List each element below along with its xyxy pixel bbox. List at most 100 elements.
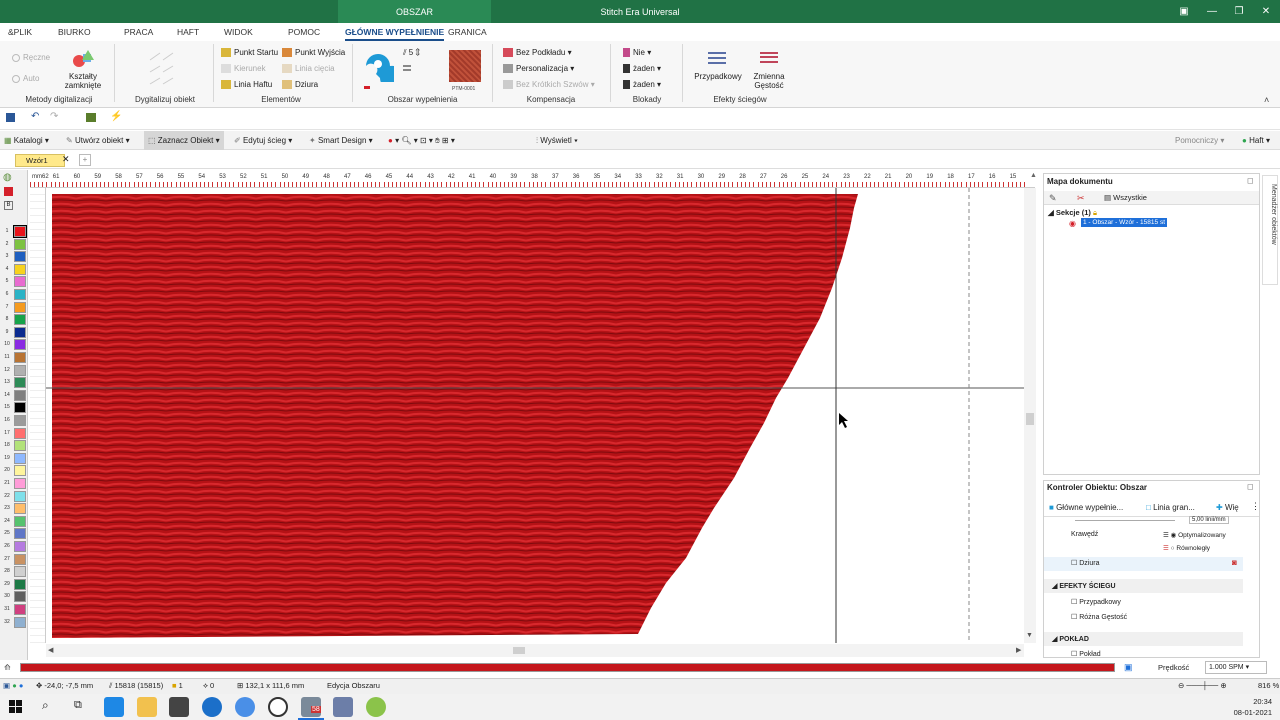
palette-swatch[interactable]: [14, 515, 26, 527]
vscroll-thumb[interactable]: [1026, 413, 1034, 425]
maximize-button[interactable]: ❐: [1225, 0, 1253, 23]
palette-swatch[interactable]: [14, 541, 26, 552]
tab-glowne-wypelnienie[interactable]: ■ Główne wypełnie...: [1049, 503, 1123, 512]
export-icon[interactable]: [86, 113, 96, 122]
menu-plik[interactable]: &PLIK: [8, 23, 32, 41]
linia-haftu-button[interactable]: Linia Haftu: [221, 80, 272, 90]
dziura-checkbox[interactable]: ☐ Dziura: [1071, 559, 1099, 567]
auto-button[interactable]: Auto: [12, 74, 39, 83]
panel-close-icon[interactable]: ◻: [1247, 176, 1254, 185]
clock-app-icon[interactable]: [268, 697, 288, 717]
rozna-gestosc-checkbox[interactable]: ☐ Różna Gęstość: [1071, 613, 1127, 621]
windows-start-icon[interactable]: [9, 700, 22, 713]
play-sim-icon[interactable]: ▣: [1124, 662, 1133, 673]
stitch-progress-bar[interactable]: [20, 663, 1115, 672]
palette-swatch[interactable]: [14, 263, 26, 275]
palette-swatch[interactable]: [14, 452, 26, 464]
personalizacja-dropdown[interactable]: Personalizacja ▾: [503, 64, 574, 74]
menu-widok[interactable]: WIDOK: [224, 23, 253, 41]
active-app-icon[interactable]: [366, 697, 386, 717]
bez-krotkich-dropdown[interactable]: Bez Krótkich Szwów ▾: [503, 80, 595, 90]
embroidery-fill-shape[interactable]: [46, 188, 1024, 643]
palette-swatch[interactable]: [14, 553, 26, 565]
poklad-section-header[interactable]: ◢ POKŁAD: [1052, 635, 1089, 643]
undo-icon[interactable]: ↶: [31, 111, 39, 122]
speed-select[interactable]: 1.000 SPM ▾: [1205, 661, 1267, 674]
palette-color-icon[interactable]: [4, 187, 13, 196]
new-tab-icon[interactable]: +: [79, 154, 91, 166]
poklad-checkbox[interactable]: ☐ Pokład: [1071, 650, 1101, 658]
blokady-zaden2-dropdown[interactable]: żaden ▾: [623, 80, 661, 90]
restore-ribbon-icon[interactable]: ▣: [1170, 0, 1198, 23]
palette-swatch[interactable]: [14, 251, 26, 263]
palette-swatch[interactable]: [14, 490, 26, 502]
reczne-button[interactable]: Ręczne: [12, 53, 50, 62]
ksztalty-button[interactable]: Kształty zamknięte: [62, 72, 104, 90]
collapse-ribbon-icon[interactable]: ˄: [1264, 95, 1269, 105]
palette-swatch[interactable]: [14, 591, 26, 603]
fill-area[interactable]: [52, 194, 858, 638]
palette-swatch[interactable]: [14, 604, 26, 615]
haft-toggle[interactable]: ● Haft ▾: [1242, 131, 1270, 150]
palette-swatch[interactable]: [14, 616, 26, 628]
dziura-button[interactable]: Dziura: [282, 80, 318, 90]
horizontal-scrollbar[interactable]: ◀ ▶: [46, 644, 1024, 657]
palette-swatch[interactable]: [14, 465, 26, 477]
tab-wzor1[interactable]: Wzór1: [15, 154, 65, 167]
chrome-like-icon[interactable]: [235, 697, 255, 717]
panel-close-icon[interactable]: ◻: [1247, 482, 1254, 491]
search-icon[interactable]: ⌕: [42, 698, 49, 713]
palette-swatch[interactable]: [14, 578, 26, 590]
zaznacz-obiekt-button[interactable]: ⬚ Zaznacz Obiekt ▾: [144, 131, 224, 150]
blokady-zaden1-dropdown[interactable]: żaden ▾: [623, 64, 661, 74]
blokady-nie-dropdown[interactable]: Nie ▾: [623, 48, 651, 58]
calculator-icon[interactable]: [333, 697, 353, 717]
palette-b-icon[interactable]: B: [4, 201, 13, 210]
hole-option-icon[interactable]: ◙: [1232, 558, 1237, 567]
utworz-obiekt-button[interactable]: ✎ Utwórz obiekt ▾: [66, 131, 130, 150]
fill-shape-icon[interactable]: [362, 50, 404, 90]
palette-swatch[interactable]: [14, 314, 26, 326]
close-tab-icon[interactable]: ✕: [62, 154, 70, 165]
przypadkowy-button[interactable]: Przypadkowy: [693, 72, 743, 81]
density-spinner[interactable]: ⫽ 5 ⇕: [403, 48, 420, 58]
radio-rownolegly[interactable]: ☰ ○ Równoległy: [1163, 544, 1210, 552]
palette-swatch[interactable]: [14, 427, 26, 439]
menu-pomoc[interactable]: POMOC: [288, 23, 320, 41]
efekty-section-header[interactable]: ◢ EFEKTY ŚCIEGU: [1052, 582, 1116, 590]
tab-linia-granicy[interactable]: □ Linia gran...: [1146, 503, 1195, 512]
minimize-button[interactable]: —: [1198, 0, 1226, 23]
more-options-icon[interactable]: ⋮: [1251, 501, 1260, 512]
lightning-icon[interactable]: ⚡: [110, 111, 122, 122]
pattern-thumbnail[interactable]: [449, 50, 481, 82]
palette-swatch[interactable]: [14, 415, 26, 426]
palette-swatch[interactable]: [14, 377, 26, 389]
tree-section[interactable]: ◢ Sekcje (1) 🔒︎: [1048, 208, 1097, 218]
bez-podkladu-dropdown[interactable]: Bez Podkładu ▾: [503, 48, 572, 58]
density-spin-input[interactable]: 5,00 linii/mm: [1189, 516, 1229, 524]
scroll-down-icon[interactable]: ▼: [1026, 632, 1033, 639]
katalogi-button[interactable]: ▦ Katalogi ▾: [4, 131, 49, 150]
palette-swatch[interactable]: [14, 528, 26, 540]
pen-icon[interactable]: ✎: [1049, 193, 1057, 204]
menu-granica[interactable]: GRANICA: [448, 23, 487, 41]
view-tools[interactable]: ● ▾ 🔍︎ ▾ ⊡ ▾ ✋︎ ⊞ ▾: [388, 131, 455, 150]
palette-swatch[interactable]: [14, 352, 26, 363]
side-tab-menadzer[interactable]: Menadżer obiektów: [1262, 175, 1278, 285]
palette-swatch[interactable]: [14, 326, 26, 338]
simulator-icon[interactable]: ⟰: [4, 663, 11, 672]
palette-swatch[interactable]: [14, 389, 26, 401]
filter-wszystkie[interactable]: ▤ Wszystkie: [1104, 193, 1147, 202]
punkt-startu-button[interactable]: Punkt Startu: [221, 48, 278, 58]
menu-glowne-wypelnienie[interactable]: GŁÓWNE WYPEŁNIENIE: [345, 23, 445, 41]
redo-icon[interactable]: ↷: [50, 111, 58, 122]
hscroll-thumb[interactable]: [513, 647, 525, 654]
zoom-slider[interactable]: ⊖ ───┼── ⊕: [1178, 678, 1227, 694]
file-explorer-icon[interactable]: [137, 697, 157, 717]
angle-icon[interactable]: [403, 65, 411, 71]
palette-swatch[interactable]: [14, 276, 26, 288]
edytuj-sciag-button[interactable]: ✐ Edytuj ścieg ▾: [234, 131, 292, 150]
task-view-icon[interactable]: ⧉: [74, 699, 82, 712]
vertical-scrollbar[interactable]: ▼: [1024, 188, 1036, 643]
palette-swatch[interactable]: [14, 503, 26, 515]
